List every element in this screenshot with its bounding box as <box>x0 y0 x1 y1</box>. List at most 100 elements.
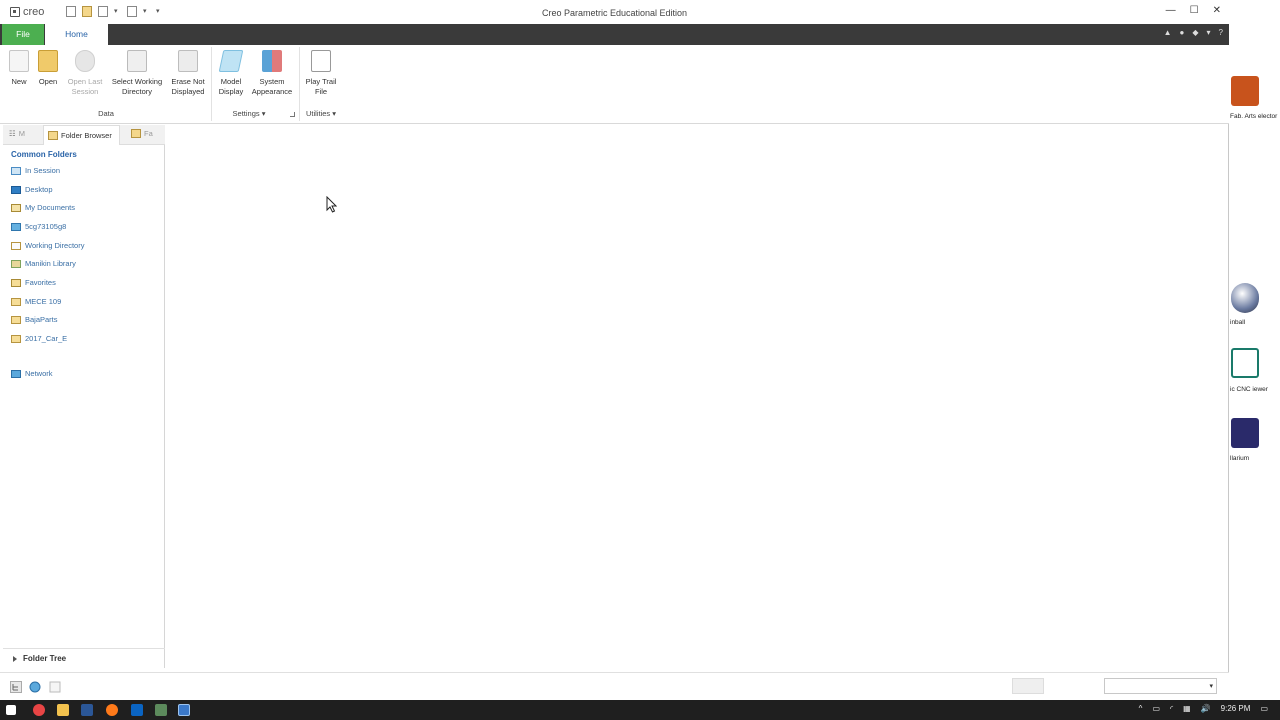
folder-tree-toggle[interactable]: Folder Tree <box>3 648 165 668</box>
browser-icon[interactable] <box>33 704 45 716</box>
folder-computer[interactable]: 5cg73105g8 <box>11 222 66 231</box>
wifi-icon[interactable]: ◜ <box>1170 704 1173 713</box>
network-tray-icon[interactable]: ▦ <box>1183 704 1191 713</box>
network-icon <box>11 369 21 378</box>
folder-favorites[interactable]: Favorites <box>11 278 56 287</box>
folder-label: BajaParts <box>25 315 58 324</box>
group-data-label: Data <box>98 109 114 118</box>
title-bar: creo ▾ ▾ ▾ Creo Parametric Educational E… <box>0 0 1229 24</box>
ribbon-separator <box>211 47 212 121</box>
session-icon <box>11 166 21 175</box>
fab-arts-app-icon[interactable] <box>1231 76 1259 106</box>
folder-mece-109[interactable]: MECE 109 <box>11 297 61 306</box>
model-display-button[interactable]: Model Display <box>216 50 246 97</box>
maximize-button[interactable]: ☐ <box>1190 5 1199 16</box>
selection-filter-icon[interactable] <box>1012 678 1044 694</box>
new-label: New <box>11 77 27 86</box>
folder-working-directory[interactable]: Working Directory <box>11 241 84 250</box>
folder-2017-car-e[interactable]: 2017_Car_E <box>11 334 67 343</box>
browser-toggle-icon[interactable] <box>29 681 41 693</box>
minimize-button[interactable]: — <box>1166 5 1176 16</box>
model-tree-icon: ☷ <box>9 129 16 138</box>
erase-not-displayed-button[interactable]: Erase Not Displayed <box>168 50 208 97</box>
window-controls: — ☐ ✕ <box>1166 5 1221 16</box>
system-appearance-label: System Appearance <box>251 77 293 96</box>
folder-network[interactable]: Network <box>11 369 53 378</box>
windows-start-icon[interactable] <box>6 705 16 715</box>
tray-app-icon[interactable]: ▭ <box>1152 704 1160 713</box>
user-icon[interactable]: ● <box>1180 28 1185 37</box>
tab-home[interactable]: Home <box>45 24 108 45</box>
clock[interactable]: 9:26 PM <box>1221 704 1251 713</box>
new-button[interactable]: New <box>8 50 30 87</box>
open-last-session-icon <box>75 50 95 72</box>
filter-dropdown[interactable]: ▾ <box>1104 678 1217 694</box>
expand-triangle-icon <box>13 655 17 662</box>
folder-browser-panel: Common Folders In Session Desktop My Doc… <box>3 145 165 668</box>
fullscreen-icon[interactable] <box>49 681 61 693</box>
creo-taskbar-icon[interactable] <box>178 704 190 716</box>
education-icon[interactable]: ◆ <box>1192 28 1198 37</box>
mouse-cursor-icon <box>326 196 337 213</box>
folder-in-session[interactable]: In Session <box>11 166 60 175</box>
folder-manikin-library[interactable]: Manikin Library <box>11 259 76 268</box>
system-appearance-button[interactable]: System Appearance <box>250 50 294 97</box>
window-title: Creo Parametric Educational Edition <box>541 8 688 18</box>
open-last-session-button[interactable]: Open Last Session <box>66 50 104 97</box>
open-button[interactable]: Open <box>36 50 60 87</box>
firefox-icon[interactable] <box>106 704 118 716</box>
planetarium-app-icon[interactable] <box>1231 418 1259 448</box>
favorites-tab-icon <box>131 129 141 138</box>
creo-window: creo ▾ ▾ ▾ Creo Parametric Educational E… <box>0 0 1229 700</box>
word-icon[interactable] <box>81 704 93 716</box>
tab-favorites[interactable]: Fa <box>131 129 153 138</box>
model-display-label: Model Display <box>218 77 244 96</box>
play-trail-file-button[interactable]: Play Trail File <box>304 50 338 97</box>
help-icon[interactable]: ? <box>1219 28 1223 37</box>
play-trail-file-label: Play Trail File <box>305 77 337 96</box>
library-icon <box>11 259 21 268</box>
select-working-directory-button[interactable]: Select Working Directory <box>108 50 166 97</box>
tab-model-tree-label: M <box>18 129 25 138</box>
app-icon[interactable] <box>155 704 167 716</box>
collapse-ribbon-icon[interactable]: ▲ <box>1164 28 1172 37</box>
options-dropdown-icon[interactable]: ▾ <box>1207 28 1211 37</box>
volume-icon[interactable]: 🔊 <box>1201 704 1211 713</box>
folder-bajaparts[interactable]: BajaParts <box>11 315 58 324</box>
pinball-app-icon[interactable] <box>1231 283 1259 313</box>
open-last-session-label: Open Last Session <box>67 77 103 96</box>
folder-label: 2017_Car_E <box>25 334 68 343</box>
outlook-icon[interactable] <box>131 704 143 716</box>
tab-file[interactable]: File <box>2 24 44 45</box>
group-settings-label[interactable]: Settings ▾ <box>214 109 284 118</box>
tray-expand-icon[interactable]: ^ <box>1139 704 1143 713</box>
folder-desktop[interactable]: Desktop <box>11 185 53 194</box>
tab-favorites-label: Fa <box>144 129 153 138</box>
system-tray: ^ ▭ ◜ ▦ 🔊 9:26 PM ▭ <box>1139 704 1268 713</box>
notifications-icon[interactable]: ▭ <box>1260 704 1268 713</box>
tab-folder-browser-label: Folder Browser <box>61 130 112 140</box>
navigator-toggle-icon[interactable] <box>10 681 22 693</box>
folder-label: In Session <box>25 166 61 175</box>
cnc-viewer-app-icon[interactable] <box>1231 348 1259 378</box>
desktop-icon-label: ic CNC iewer <box>1230 386 1268 393</box>
settings-dialog-launcher-icon[interactable] <box>290 112 295 117</box>
folder-label: 5cg73105g8 <box>25 222 67 231</box>
tab-model-tree[interactable]: ☷ M <box>9 129 25 138</box>
folder-my-documents[interactable]: My Documents <box>11 203 75 212</box>
tab-folder-browser[interactable]: Folder Browser <box>43 125 120 145</box>
erase-not-displayed-label: Erase Not Displayed <box>171 77 205 96</box>
open-label: Open <box>38 77 58 86</box>
desktop-icon-label: Fab. Arts elector <box>1230 113 1278 120</box>
folder-label: My Documents <box>25 203 76 212</box>
ribbon-tab-bar: File Home ▲ ● ◆ ▾ ? <box>0 24 1229 45</box>
documents-icon <box>11 203 21 212</box>
close-button[interactable]: ✕ <box>1213 5 1221 16</box>
folder-label: Desktop <box>25 185 53 194</box>
desktop-icon-label: llarium <box>1230 455 1250 462</box>
group-utilities-label[interactable]: Utilities ▾ <box>300 109 342 118</box>
file-explorer-icon[interactable] <box>57 704 69 716</box>
folder-icon <box>11 297 21 306</box>
ribbon-home: New Open Open Last Session Select Workin… <box>0 45 1229 124</box>
desktop-icon <box>11 185 21 194</box>
